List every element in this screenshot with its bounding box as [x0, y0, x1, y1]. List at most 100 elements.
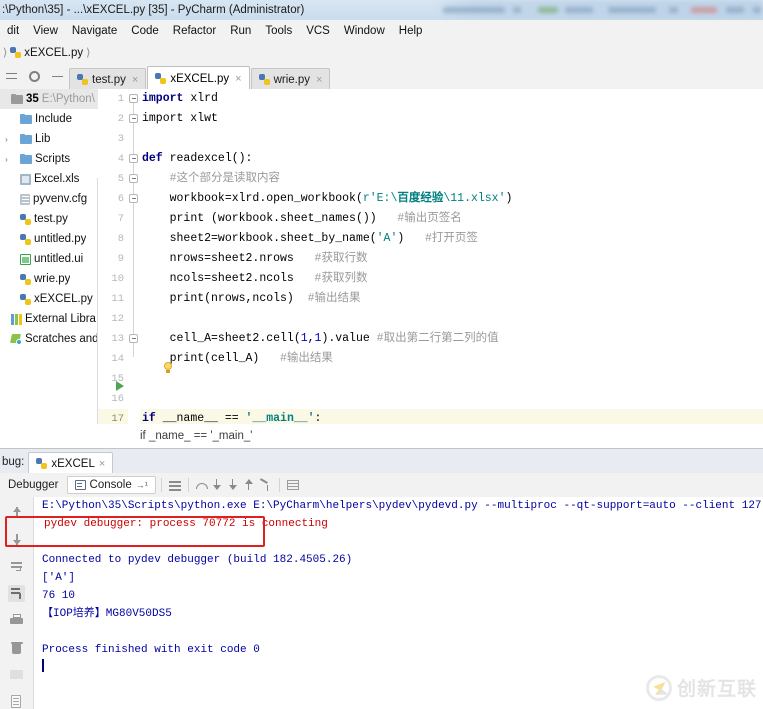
step-into-icon[interactable] [210, 477, 226, 493]
line-number: 1 [117, 93, 124, 105]
line-number: 6 [117, 193, 124, 205]
menu-item-vcs[interactable]: VCS [299, 23, 337, 39]
tree-item-label: untitled.py [34, 233, 87, 245]
editor-tab-wrie[interactable]: wrie.py × [250, 68, 331, 90]
code-line-14: print(cell_A) #输出结果 [169, 352, 333, 365]
folder-icon [20, 154, 32, 164]
print-icon[interactable] [8, 612, 25, 629]
run-to-cursor-icon[interactable] [258, 477, 274, 493]
close-icon[interactable]: × [99, 458, 105, 470]
step-into-my-code-icon[interactable] [226, 477, 242, 493]
fold-column[interactable] [128, 89, 140, 424]
soft-wrap-icon[interactable] [8, 558, 25, 575]
console-output[interactable]: E:\Python\35\Scripts\python.exe E:\PyCha… [34, 497, 763, 709]
menu-item-tools[interactable]: Tools [258, 23, 299, 39]
breadcrumb-separator-icon: ⟩ [3, 47, 8, 59]
scroll-down-icon[interactable] [8, 531, 25, 548]
tab-debugger[interactable]: Debugger [0, 476, 67, 494]
intention-bulb-icon[interactable] [162, 362, 174, 375]
tree-item-include[interactable]: Include [0, 109, 98, 129]
tree-item-scripts[interactable]: › Scripts [0, 149, 98, 169]
tree-item-label: pyvenv.cfg [33, 193, 88, 205]
menu-item-view[interactable]: View [26, 23, 65, 39]
menu-bar: dit View Navigate Code Refactor Run Tool… [0, 20, 763, 43]
folder-icon [20, 134, 32, 144]
tab-console[interactable]: Console →¹ [66, 476, 156, 494]
tree-item-test-py[interactable]: test.py [0, 209, 98, 229]
close-icon[interactable]: × [316, 74, 322, 86]
debug-toolbar: Debugger Console →¹ [0, 473, 763, 498]
console-caret-line [34, 659, 763, 677]
line-number: 16 [111, 393, 124, 405]
editor-tab-xexcel[interactable]: xEXCEL.py × [147, 66, 250, 90]
config-file-icon [20, 193, 30, 205]
scroll-to-end-icon[interactable] [8, 585, 25, 602]
menu-item-help[interactable]: Help [392, 23, 430, 39]
panel-icon[interactable] [8, 666, 25, 683]
tree-item-wrie-py[interactable]: wrie.py [0, 269, 98, 289]
tree-item-external-libraries[interactable]: External Libra [0, 309, 98, 329]
tree-root-label: 35 [26, 93, 39, 105]
fold-marker-icon[interactable] [129, 154, 138, 163]
gear-icon[interactable] [27, 69, 42, 84]
menu-item-window[interactable]: Window [337, 23, 392, 39]
menu-item-code[interactable]: Code [124, 23, 166, 39]
console-icon [74, 480, 86, 490]
step-over-icon[interactable] [194, 477, 210, 493]
line-number: 9 [117, 253, 124, 265]
table-view-icon[interactable] [285, 477, 301, 493]
close-icon[interactable]: × [132, 74, 138, 86]
tree-item-label: wrie.py [34, 273, 71, 285]
python-file-icon [77, 74, 88, 85]
tree-item-xexcel-py[interactable]: xEXCEL.py [0, 289, 98, 309]
line-number: 13 [111, 333, 124, 345]
code-line-2: import xlwt [142, 112, 218, 125]
code-content[interactable]: import xlrd import xlwt def readexcel():… [140, 89, 763, 424]
chevron-right-icon[interactable]: › [2, 135, 11, 144]
tree-item-label: Include [35, 113, 73, 125]
fold-marker-icon[interactable] [129, 94, 138, 103]
project-toolbar [0, 63, 69, 89]
tree-item-lib[interactable]: › Lib [0, 129, 98, 149]
hide-panel-icon[interactable] [50, 69, 65, 84]
scroll-up-icon[interactable] [8, 504, 25, 521]
folder-icon [11, 94, 23, 104]
tree-item-label: Excel.xls [34, 173, 80, 185]
step-out-icon[interactable] [242, 477, 258, 493]
editor-breadcrumb-label: if _name_ == '_main_' [140, 430, 253, 442]
main-area: 35 E:\Python\ Include › Lib › Scripts Ex… [0, 89, 763, 513]
tree-item-pyvenv-cfg[interactable]: pyvenv.cfg [0, 189, 98, 209]
code-line-13: cell_A=sheet2.cell(1,1).value #取出第二行第二列的… [169, 332, 499, 345]
fold-marker-icon[interactable] [129, 114, 138, 123]
menu-item-navigate[interactable]: Navigate [65, 23, 124, 39]
title-bar-blurred-region [433, 0, 763, 20]
menu-item-refactor[interactable]: Refactor [166, 23, 223, 39]
lines-icon[interactable] [167, 477, 183, 493]
collapse-all-icon[interactable] [4, 69, 19, 84]
close-icon[interactable]: × [235, 73, 241, 85]
code-editor[interactable]: 1 2 3 4 5 6 7 8 9 10 11 12 13 14 15 16 1… [98, 89, 763, 445]
menu-item-edit[interactable]: dit [0, 23, 26, 39]
clear-all-icon[interactable] [8, 639, 25, 656]
menu-item-run[interactable]: Run [223, 23, 258, 39]
chevron-right-icon[interactable]: › [2, 155, 11, 164]
debug-session-tab[interactable]: xEXCEL × [28, 452, 114, 474]
tree-item-root[interactable]: 35 E:\Python\ [0, 89, 98, 109]
python-file-icon [10, 47, 22, 58]
tree-item-untitled-py[interactable]: untitled.py [0, 229, 98, 249]
editor-tab-test[interactable]: test.py × [69, 68, 147, 90]
fold-marker-icon[interactable] [129, 174, 138, 183]
open-file-icon[interactable] [8, 693, 25, 709]
fold-marker-icon[interactable] [129, 334, 138, 343]
tree-item-untitled-ui[interactable]: untitled.ui [0, 249, 98, 269]
run-gutter-arrow-icon[interactable] [116, 381, 124, 391]
console-line: Connected to pydev debugger (build 182.4… [42, 554, 353, 566]
tree-item-scratches[interactable]: Scratches and [0, 329, 98, 349]
navbar-item-file[interactable]: xEXCEL.py [10, 47, 83, 59]
fold-marker-icon[interactable] [129, 194, 138, 203]
tree-item-excel-xls[interactable]: Excel.xls [0, 169, 98, 189]
line-number: 12 [111, 313, 124, 325]
editor-gutter[interactable]: 1 2 3 4 5 6 7 8 9 10 11 12 13 14 15 16 1… [98, 89, 128, 445]
